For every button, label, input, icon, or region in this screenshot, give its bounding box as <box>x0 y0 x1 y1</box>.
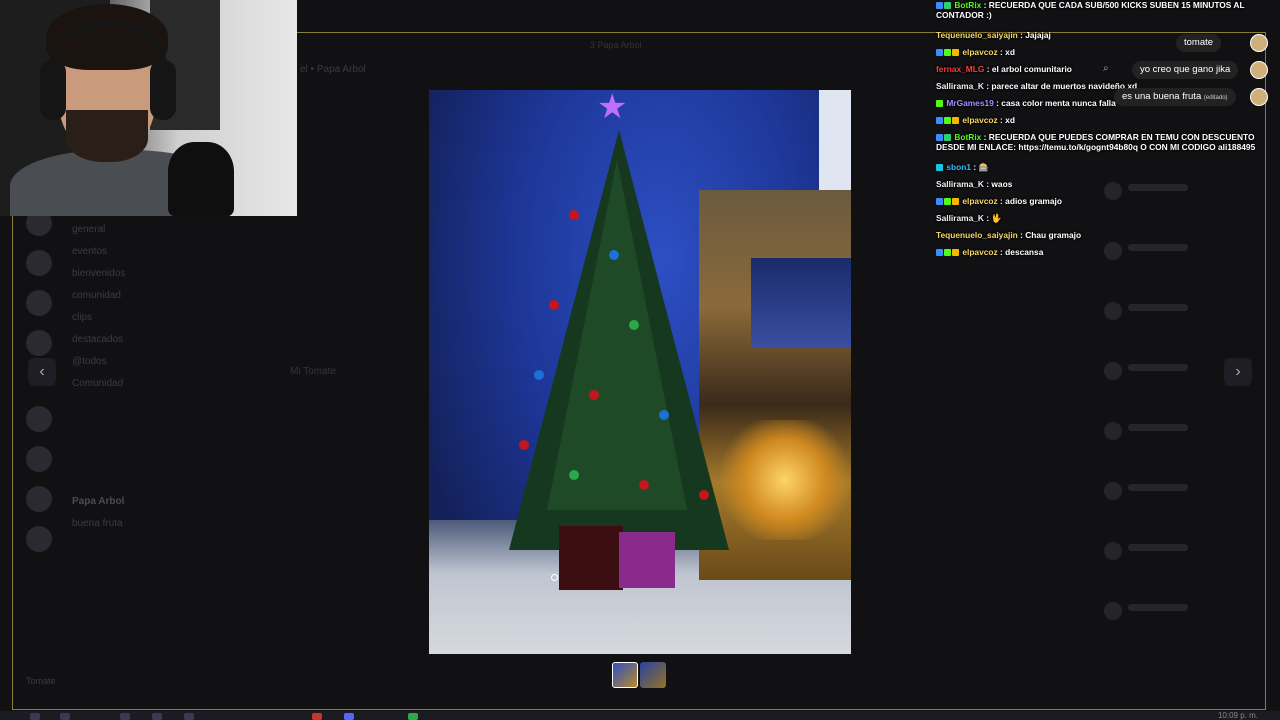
chat-username: Sallirama_K <box>936 179 984 189</box>
star-icon: ★ <box>597 90 628 126</box>
chat-text: Jajajaj <box>1025 30 1051 40</box>
chat-username: Sallirama_K <box>936 81 984 91</box>
arrow-right-icon: › <box>1235 363 1241 380</box>
chat-message: Sallirama_K : 🖖 <box>936 213 1002 223</box>
gift-box <box>559 526 623 590</box>
chat-username: sbon1 <box>946 162 971 172</box>
chat-text: xd <box>1005 47 1015 57</box>
chat-text: casa color menta nunca falla <box>1001 98 1116 108</box>
chat-username: elpavcoz <box>962 47 998 57</box>
arrow-left-icon: ‹ <box>39 363 45 380</box>
chat-username: elpavcoz <box>962 247 998 257</box>
start-icon[interactable] <box>30 713 40 720</box>
bubble-text: es una buena fruta <box>1122 91 1202 102</box>
chat-username: BotRix <box>954 0 982 10</box>
avatar <box>1250 34 1268 52</box>
avatar <box>1250 88 1268 106</box>
previous-image-button[interactable]: ‹ <box>28 358 56 386</box>
next-image-button[interactable]: › <box>1224 358 1252 386</box>
chat-username: elpavcoz <box>962 115 998 125</box>
app-icon[interactable] <box>312 713 322 720</box>
avatar <box>1250 61 1268 79</box>
chat-text: 🖖 <box>991 213 1002 223</box>
chat-username: elpavcoz <box>962 196 998 206</box>
chat-text: xd <box>1005 115 1015 125</box>
chat-text: 🎰 <box>978 162 989 172</box>
chat-username: Tequenuelo_saiyajin <box>936 30 1018 40</box>
chat-bubble: yo creo que gano jika <box>1132 61 1239 79</box>
microphone <box>168 142 234 216</box>
clock: 10:09 p. m. <box>1217 711 1258 720</box>
zoom-icon[interactable]: ⌕ <box>1103 63 1115 75</box>
chat-text: Chau gramajo <box>1025 230 1082 240</box>
app-icon[interactable] <box>152 713 162 720</box>
mouse-cursor <box>551 574 558 581</box>
chat-username: Tequenuelo_saiyajin <box>936 230 1018 240</box>
chat-message: sbon1 : 🎰 <box>936 162 1272 172</box>
chat-message: BotRix : RECUERDA QUE CADA SUB/500 KICKS… <box>936 0 1245 20</box>
gift-box <box>619 532 675 588</box>
chat-bubble: es una buena fruta (editado) <box>1114 88 1236 106</box>
chat-text: adios gramajo <box>1005 196 1062 206</box>
edited-label: (editado) <box>1203 95 1228 101</box>
search-icon[interactable] <box>60 713 70 720</box>
chat-message: Tequenuelo_saiyajin : Chau gramajo <box>936 230 1082 240</box>
chat-overlay: BotRix : RECUERDA QUE CADA SUB/500 KICKS… <box>936 0 1272 260</box>
chat-text: parece altar de muertos navideño xd <box>991 81 1138 91</box>
app-icon[interactable] <box>408 713 418 720</box>
app-icon[interactable] <box>120 713 130 720</box>
chat-bubble: tomate <box>1176 34 1222 52</box>
thumbnail-selected[interactable] <box>612 662 638 688</box>
chat-message: Tequenuelo_saiyajin : Jajajaj <box>936 30 1051 40</box>
thumbnail-strip <box>612 662 668 690</box>
chat-message: elpavcoz : adios gramajo <box>936 196 1272 206</box>
bubble-text: tomate <box>1184 37 1214 48</box>
chat-text: el arbol comunitario <box>991 64 1072 74</box>
viewer-image[interactable]: ★ <box>429 90 851 654</box>
bubble-text: yo creo que gano jika <box>1140 64 1231 75</box>
chat-username: Sallirama_K <box>936 213 984 223</box>
chat-message: elpavcoz : xd <box>936 47 1272 57</box>
chat-message: elpavcoz : xd <box>936 115 1272 125</box>
chat-message: BotRix : RECUERDA QUE PUEDES COMPRAR EN … <box>936 132 1256 152</box>
chat-text: waos <box>991 179 1013 189</box>
thumbnail[interactable] <box>640 662 666 688</box>
chat-username: BotRix <box>954 132 982 142</box>
app-icon[interactable] <box>184 713 194 720</box>
chat-message: elpavcoz : descansa <box>936 247 1272 257</box>
chat-text: descansa <box>1005 247 1044 257</box>
discord-icon[interactable] <box>344 713 354 720</box>
chat-message: Sallirama_K : waos <box>936 179 1013 189</box>
webcam-overlay <box>0 0 297 216</box>
chat-username: MrGames19 <box>946 98 994 108</box>
chat-username: fernax_MLG <box>936 64 985 74</box>
